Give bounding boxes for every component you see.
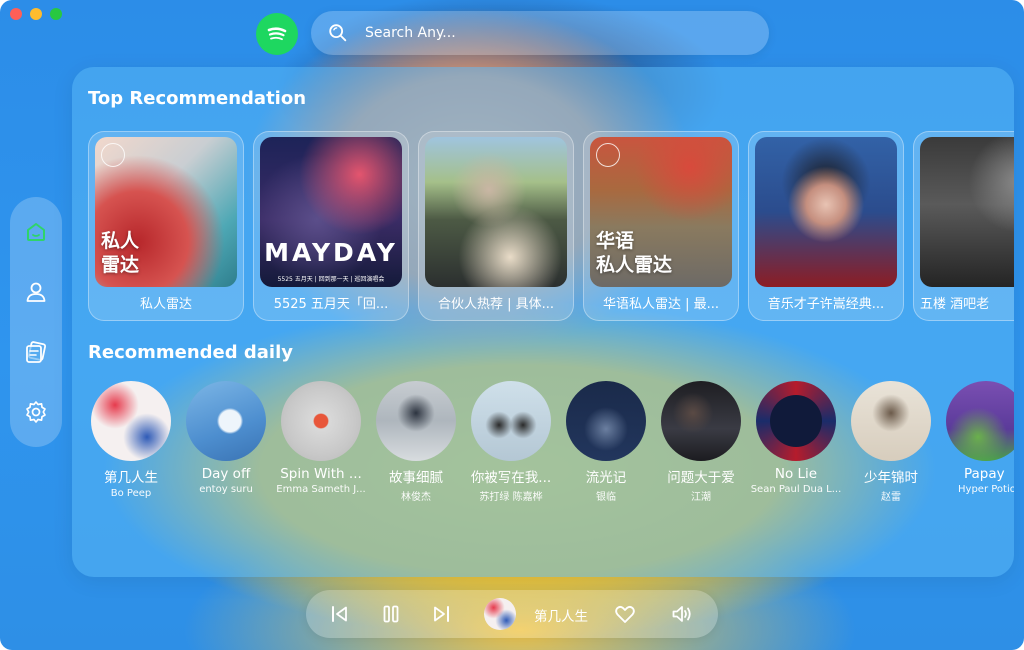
window-controls (10, 8, 62, 20)
song-item[interactable]: Spin With ... Emma Sameth J... (275, 381, 367, 495)
playlist-title: 五楼 酒吧老 (920, 297, 990, 312)
zoom-window-button[interactable] (50, 8, 62, 20)
song-cover (281, 381, 361, 461)
playlist-title: 华语私人雷达 | 最... (602, 297, 720, 312)
home-icon[interactable] (23, 219, 49, 245)
playlist-title: 私人雷达 (139, 297, 192, 312)
recommended-daily-list: 第几人生 Bo Peep Day off entoy suru Spin Wit… (88, 381, 1014, 511)
app-window: Search Any... Top Recommendation 私人 雷达 私… (0, 0, 1024, 650)
song-cover (851, 381, 931, 461)
cover-text: MAYDAY (264, 238, 398, 267)
cover-caption: 5525 五月天 | 回到那一天 | 巡回演唱会 (277, 276, 385, 283)
volume-icon[interactable] (670, 602, 694, 626)
song-item[interactable]: 流光记 银临 (560, 381, 652, 503)
gear-icon[interactable] (23, 399, 49, 425)
minimize-window-button[interactable] (30, 8, 42, 20)
song-artist: entoy suru (199, 484, 253, 495)
song-artist: Emma Sameth J... (276, 484, 366, 495)
song-cover (946, 381, 1014, 461)
cover-text: 华语 私人雷达 (596, 230, 673, 276)
playlist-card[interactable]: MAYDAY 5525 五月天 | 回到那一天 | 巡回演唱会 5525 五月天… (253, 131, 409, 321)
cover-center (770, 395, 822, 447)
cover-text: 私人 雷达 (101, 230, 140, 276)
playlist-card[interactable]: 合伙人热荐 | 具体... (418, 131, 574, 321)
song-item[interactable]: 问题大于爱 江潮 (655, 381, 747, 503)
song-title: Spin With ... (280, 466, 362, 482)
song-title: 少年锦时 (864, 470, 918, 486)
playlist-cover (425, 137, 567, 287)
song-title: 第几人生 (104, 470, 158, 486)
previous-icon[interactable] (328, 602, 352, 626)
playlist-title: 5525 五月天「回... (273, 297, 389, 312)
song-artist: 苏打绿 陈嘉桦 (479, 492, 543, 503)
heart-icon[interactable] (613, 602, 637, 626)
top-recommendation-title: Top Recommendation (88, 88, 307, 109)
song-item[interactable]: No Lie Sean Paul Dua L... (750, 381, 842, 495)
playlist-card[interactable]: 五楼 酒吧老 (913, 131, 1014, 321)
song-artist: 江潮 (691, 492, 711, 503)
song-cover (186, 381, 266, 461)
song-cover (471, 381, 551, 461)
playlist-card[interactable]: 华语 私人雷达 华语私人雷达 | 最... (583, 131, 739, 321)
song-artist: 银临 (596, 492, 616, 503)
search-icon (329, 24, 347, 42)
song-cover (566, 381, 646, 461)
now-playing-cover[interactable] (484, 598, 516, 630)
search-input[interactable]: Search Any... (365, 25, 456, 41)
song-item[interactable]: 你被写在我... 苏打绿 陈嘉桦 (465, 381, 557, 503)
playlist-cover: 私人 雷达 (95, 137, 237, 287)
playlist-cover (920, 137, 1014, 287)
recommended-daily-title: Recommended daily (88, 342, 293, 363)
song-item[interactable]: 第几人生 Bo Peep (88, 381, 177, 499)
song-cover (756, 381, 836, 461)
song-cover (376, 381, 456, 461)
playlist-cover: 华语 私人雷达 (590, 137, 732, 287)
song-item[interactable]: 故事细腻 林俊杰 (370, 381, 462, 503)
song-artist: Bo Peep (110, 488, 152, 499)
playlist-card[interactable]: 私人 雷达 私人雷达 (88, 131, 244, 321)
playlist-cover (755, 137, 897, 287)
playlist-cover: MAYDAY 5525 五月天 | 回到那一天 | 巡回演唱会 (260, 137, 402, 287)
song-title: No Lie (774, 466, 818, 482)
song-artist: Hyper Potio (958, 484, 1014, 495)
now-playing-title: 第几人生 (534, 609, 588, 625)
song-title: Papay (964, 466, 1005, 482)
player-bar: 第几人生 (306, 590, 718, 638)
pause-icon[interactable] (379, 602, 403, 626)
song-title: 流光记 (585, 470, 627, 486)
song-artist: 赵雷 (881, 492, 901, 503)
song-cover (661, 381, 741, 461)
song-item[interactable]: 少年锦时 赵雷 (845, 381, 937, 503)
cards-icon[interactable] (23, 339, 49, 365)
sidebar (10, 197, 62, 447)
spotify-icon (267, 27, 287, 41)
song-cover (91, 381, 171, 461)
search-bar[interactable]: Search Any... (311, 11, 769, 55)
song-title: 问题大于爱 (667, 470, 735, 486)
song-artist: 林俊杰 (401, 492, 431, 503)
next-icon[interactable] (429, 602, 453, 626)
song-item[interactable]: Papay Hyper Potio (940, 381, 1014, 495)
playlist-card[interactable]: 音乐才子许嵩经典... (748, 131, 904, 321)
song-title: Day off (201, 466, 251, 482)
radar-icon (596, 143, 620, 167)
close-window-button[interactable] (10, 8, 22, 20)
top-recommendation-list: 私人 雷达 私人雷达 MAYDAY 5525 五月天 | 回到那一天 | 巡回演… (88, 131, 1014, 321)
song-title: 你被写在我... (470, 470, 552, 486)
song-artist: Sean Paul Dua L... (750, 484, 842, 495)
spotify-logo[interactable] (256, 13, 298, 55)
song-title: 故事细腻 (389, 470, 443, 486)
song-item[interactable]: Day off entoy suru (180, 381, 272, 495)
playlist-title: 音乐才子许嵩经典... (767, 297, 885, 312)
content-panel: Top Recommendation 私人 雷达 私人雷达 MAYDAY 552… (72, 67, 1014, 577)
radar-icon (101, 143, 125, 167)
playlist-title: 合伙人热荐 | 具体... (437, 297, 555, 312)
user-icon[interactable] (23, 279, 49, 305)
